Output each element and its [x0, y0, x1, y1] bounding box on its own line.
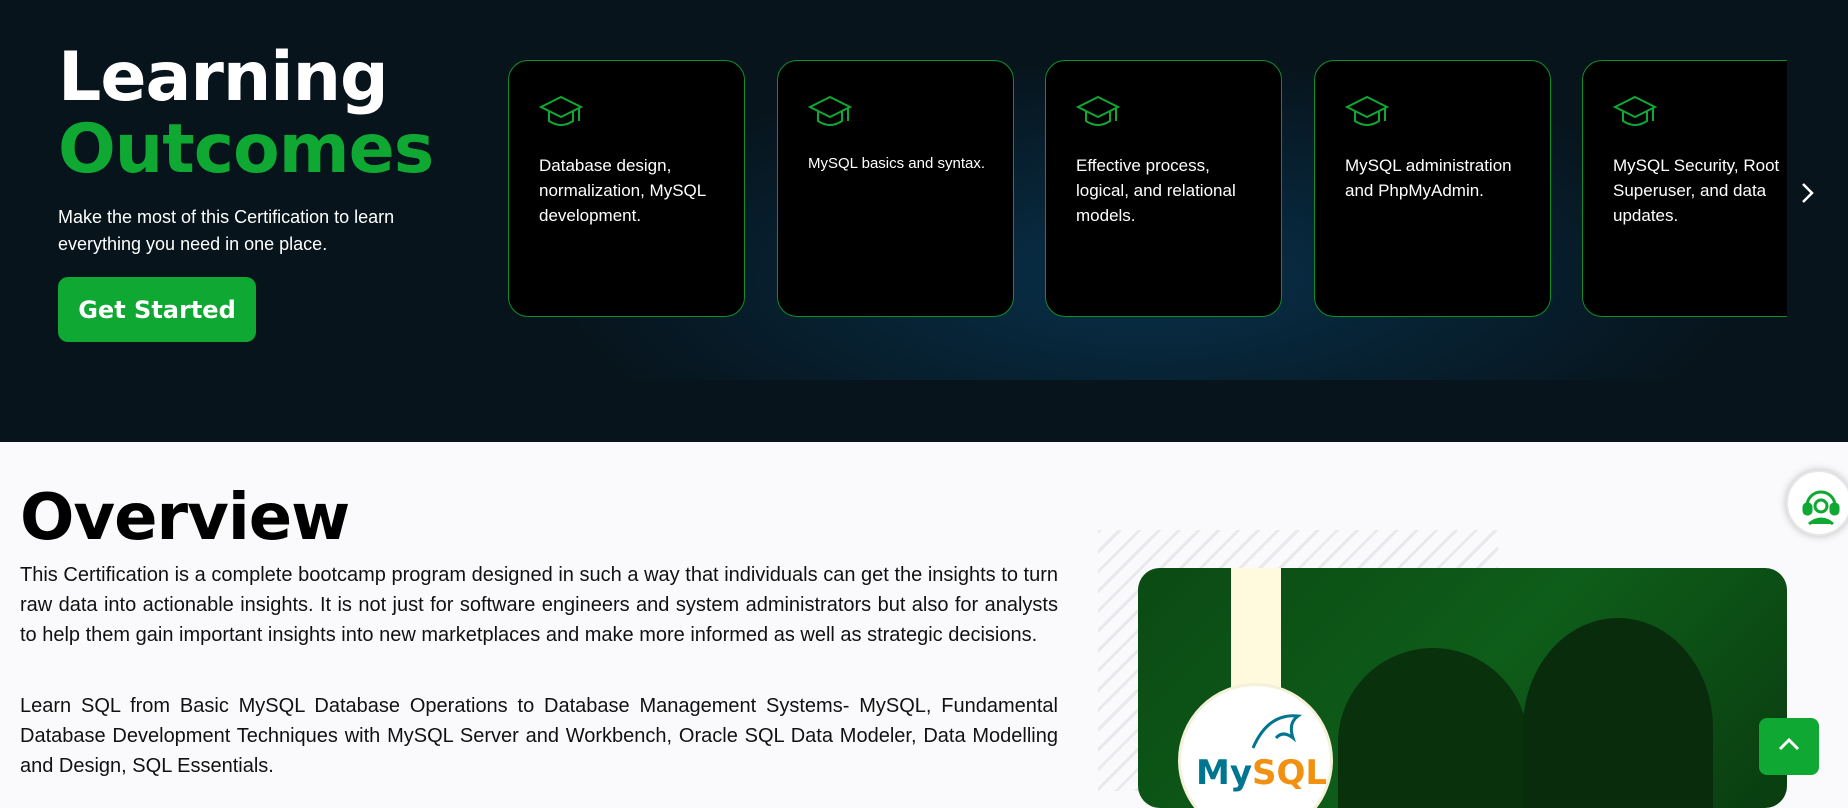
- chevron-right-icon: [1802, 183, 1814, 203]
- chevron-up-icon: [1778, 737, 1800, 751]
- get-started-button[interactable]: Get Started: [58, 277, 256, 342]
- image-person: [1523, 618, 1713, 808]
- outcome-card-text: Effective process, logical, and relation…: [1076, 156, 1236, 225]
- headset-icon: [1802, 490, 1840, 526]
- overview-paragraph: This Certification is a complete bootcam…: [20, 564, 1058, 646]
- outcome-card: Effective process, logical, and relation…: [1045, 60, 1282, 317]
- outcome-card-text: MySQL basics and syntax.: [808, 155, 986, 172]
- learning-outcomes-section: Learning Outcomes Make the most of this …: [0, 0, 1848, 442]
- graduation-cap-icon: [808, 95, 852, 126]
- dolphin-icon: [1251, 714, 1303, 749]
- image-person: [1338, 648, 1528, 808]
- outcome-card: MySQL Security, Root Superuser, and data…: [1582, 60, 1787, 317]
- hero-title: Learning Outcomes: [58, 42, 434, 189]
- outcome-card: MySQL basics and syntax.: [777, 60, 1014, 317]
- scroll-to-top-button[interactable]: [1759, 718, 1819, 775]
- overview-image: MySQL: [1138, 568, 1787, 808]
- graduation-cap-icon: [1076, 95, 1120, 126]
- outcome-card: MySQL administration and PhpMyAdmin.: [1314, 60, 1551, 317]
- graduation-cap-icon: [1345, 95, 1389, 126]
- mysql-logo: MySQL: [1196, 753, 1328, 793]
- hero-title-line2: Outcomes: [58, 110, 434, 189]
- graduation-cap-icon: [1613, 95, 1657, 126]
- carousel-next-button[interactable]: [1796, 176, 1820, 210]
- overview-title: Overview: [20, 481, 350, 555]
- outcome-card-text: MySQL Security, Root Superuser, and data…: [1613, 156, 1780, 225]
- overview-paragraph: Learn SQL from Basic MySQL Database Oper…: [20, 695, 1058, 777]
- outcomes-carousel: Database design, normalization, MySQL de…: [508, 60, 1787, 318]
- hero-title-line1: Learning: [58, 38, 389, 117]
- outcome-card-text: MySQL administration and PhpMyAdmin.: [1345, 156, 1512, 200]
- graduation-cap-icon: [539, 95, 583, 126]
- hero-subtitle: Make the most of this Certification to l…: [58, 207, 395, 254]
- support-chat-button[interactable]: [1786, 470, 1848, 536]
- outcome-card: Database design, normalization, MySQL de…: [508, 60, 745, 317]
- outcome-card-text: Database design, normalization, MySQL de…: [539, 156, 706, 225]
